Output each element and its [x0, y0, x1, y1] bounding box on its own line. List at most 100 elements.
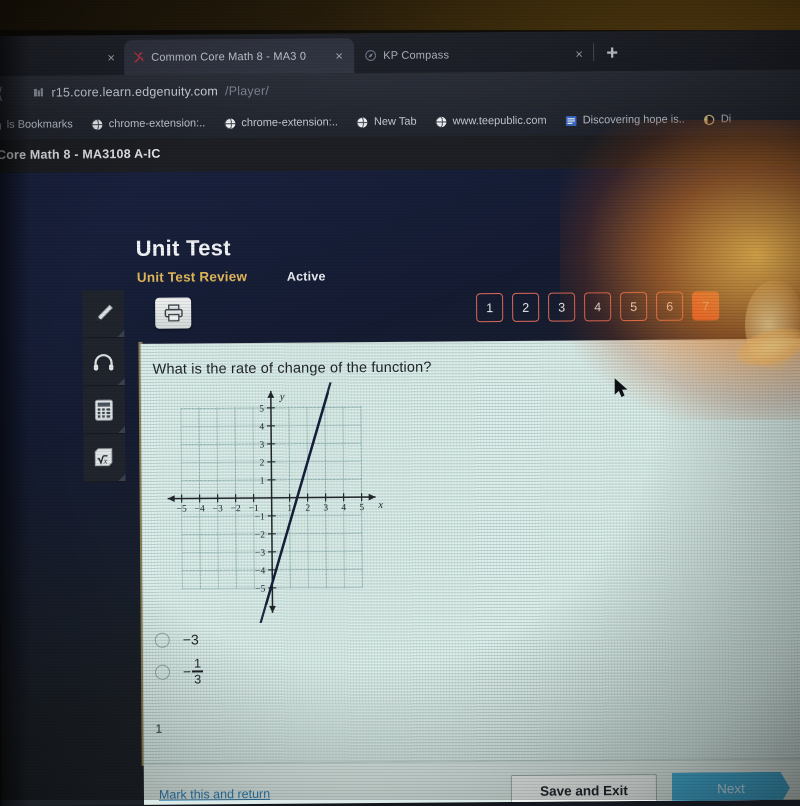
axes — [167, 390, 377, 614]
app-body: Unit Test Unit Test Review Active — [0, 167, 800, 806]
tab-close-icon[interactable]: × — [572, 46, 586, 61]
question-pill-3[interactable]: 3 — [548, 292, 575, 321]
x-tick-label: 1 — [287, 504, 292, 514]
highlighter-tool[interactable] — [82, 290, 124, 338]
question-panel: What is the rate of change of the functi… — [140, 339, 800, 764]
new-tab-button[interactable]: + — [600, 41, 624, 65]
question-pill-4[interactable]: 4 — [584, 292, 611, 321]
bookmark-label: www.teepublic.com — [452, 115, 546, 128]
question-pill-1[interactable]: 1 — [476, 293, 503, 322]
address-bar[interactable]: r15.core.learn.edgenuity.com /Player/ — [32, 76, 732, 103]
answer-choice-label: −3 — [183, 631, 199, 647]
x-axis-label: x — [377, 500, 383, 511]
question-prompt: What is the rate of change of the functi… — [153, 360, 432, 378]
highlighter-icon — [90, 301, 116, 327]
y-tick-label: 5 — [259, 404, 264, 414]
browser-tab-strip: × Common Core Math 8 - MA3 0 × KP Compas… — [0, 30, 800, 76]
tool-rail: x — [82, 290, 126, 482]
assignment-label: Unit Test Review — [137, 269, 247, 285]
bookmark-item-new-tab[interactable]: New Tab — [347, 115, 426, 129]
function-graph: −5 −4 −3 −2 −1 1 2 3 4 5 5 4 3 — [151, 382, 393, 624]
y-axis-label: y — [279, 392, 285, 403]
printer-icon — [163, 304, 184, 323]
y-tick-label: 3 — [259, 440, 264, 450]
breadcrumb: Core Math 8 - MA3108 A-IC — [0, 147, 161, 162]
tab-close-icon[interactable]: × — [104, 50, 118, 65]
bookmark-label: ls Bookmarks — [7, 118, 73, 131]
calculator-tool[interactable] — [83, 386, 125, 434]
x-tick-label: 5 — [359, 503, 364, 513]
tab-divider — [593, 43, 594, 61]
status-badge: Active — [287, 269, 326, 283]
coordinate-plane: −5 −4 −3 −2 −1 1 2 3 4 5 5 4 3 — [151, 382, 393, 624]
save-and-exit-button[interactable]: Save and Exit — [511, 774, 657, 806]
bookmark-folder[interactable]: ls Bookmarks — [0, 118, 82, 132]
y-tick-label: −1 — [255, 512, 265, 522]
question-footer: Mark this and return Save and Exit Next — [144, 759, 800, 806]
answer-choice-1[interactable]: −3 — [155, 623, 203, 655]
compass-icon — [364, 49, 377, 62]
url-path: /Player/ — [225, 84, 269, 98]
y-tick-labels: 5 4 3 2 1 −1 −2 −3 −4 −5 — [254, 404, 266, 594]
bookmark-item[interactable]: chrome-extension:.. — [82, 117, 215, 131]
y-tick-label: −3 — [255, 548, 265, 558]
print-button[interactable] — [155, 297, 191, 328]
fraction-denominator: 3 — [194, 673, 201, 686]
fraction-numerator: 1 — [194, 657, 201, 670]
radio-button[interactable] — [155, 664, 170, 679]
bookmark-label: Discovering hope is.. — [583, 114, 685, 127]
edgenuity-icon — [132, 51, 145, 64]
answer-choice-label: 1 — [155, 722, 162, 734]
back-icon[interactable]: ⟪ — [0, 84, 3, 104]
bookmark-item-doc[interactable]: Discovering hope is.. — [556, 113, 694, 127]
x-tick-label: −2 — [231, 504, 241, 514]
audio-tool[interactable] — [82, 338, 124, 386]
headphones-icon — [90, 349, 116, 375]
radio-button[interactable] — [155, 632, 170, 647]
bookmark-label: Di — [721, 113, 731, 125]
doc-icon — [565, 114, 578, 127]
svg-text:x: x — [103, 455, 108, 465]
drive-icon — [703, 113, 716, 126]
x-tick-label: 4 — [341, 503, 346, 513]
x-tick-labels: −5 −4 −3 −2 −1 1 2 3 4 5 — [177, 503, 365, 514]
formula-tool[interactable]: x — [83, 434, 125, 482]
tab-title: KP Compass — [383, 48, 566, 61]
tab-close-icon[interactable]: × — [332, 48, 346, 63]
globe-icon — [434, 115, 447, 128]
bookmark-item-teepublic[interactable]: www.teepublic.com — [425, 114, 555, 128]
y-tick-label: −4 — [255, 566, 265, 576]
screen-surface: × Common Core Math 8 - MA3 0 × KP Compas… — [0, 30, 800, 806]
x-tick-label: 2 — [305, 504, 310, 514]
bookmark-item-drive[interactable]: Di — [694, 113, 740, 126]
answer-choice-2[interactable]: − 1 3 — [155, 655, 203, 687]
question-pill-6[interactable]: 6 — [656, 292, 683, 321]
x-tick-label: −5 — [177, 505, 187, 515]
globe-icon — [223, 117, 236, 130]
answer-choice-label: − 1 3 — [183, 657, 203, 686]
sqrt-icon: x — [91, 445, 117, 471]
bookmark-label: chrome-extension:.. — [109, 117, 206, 130]
folder-icon — [0, 118, 2, 131]
question-pill-5[interactable]: 5 — [620, 292, 647, 321]
bookmark-label: New Tab — [374, 116, 417, 128]
question-pill-2[interactable]: 2 — [512, 293, 539, 322]
browser-tab-kp-compass[interactable]: KP Compass × — [356, 36, 594, 73]
x-tick-label: −3 — [213, 504, 223, 514]
question-pill-7[interactable]: 7 — [692, 291, 719, 320]
y-tick-label: 1 — [260, 476, 265, 486]
browser-tab-edgenuity[interactable]: Common Core Math 8 - MA3 0 × — [124, 38, 354, 75]
fraction-stack: 1 3 — [192, 657, 203, 686]
x-tick-label: −4 — [195, 504, 205, 514]
site-info-icon — [32, 87, 44, 99]
y-tick-label: 2 — [260, 458, 265, 468]
tab-title: Common Core Math 8 - MA3 0 — [151, 50, 326, 63]
answer-choice-3-clipped[interactable]: 1 — [155, 720, 162, 734]
bookmark-item[interactable]: chrome-extension:.. — [214, 116, 347, 130]
answer-choices: −3 − 1 3 — [155, 623, 204, 687]
y-tick-label: −2 — [255, 530, 265, 540]
browser-tab-0[interactable]: × — [56, 40, 126, 76]
bookmark-label: chrome-extension:.. — [241, 116, 338, 129]
y-tick-label: 4 — [259, 422, 264, 432]
url-host: r15.core.learn.edgenuity.com — [51, 84, 218, 99]
